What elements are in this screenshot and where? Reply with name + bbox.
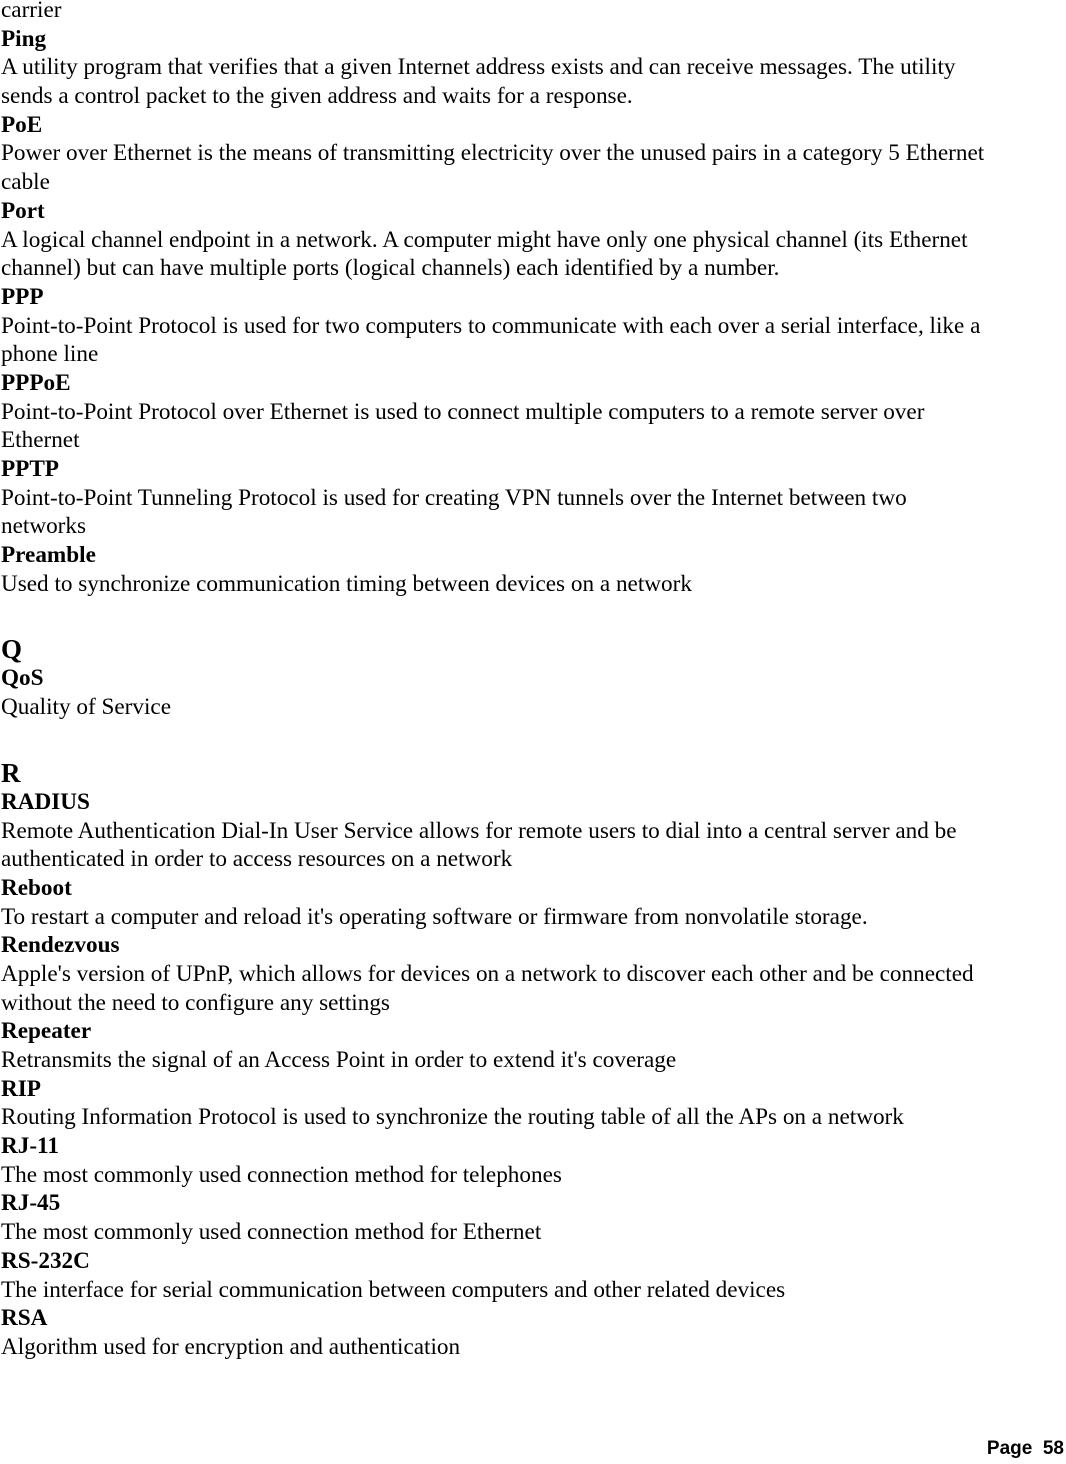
- glossary-entry-pptp: PPTP Point-to-Point Tunneling Protocol i…: [1, 455, 1066, 541]
- glossary-term: PPTP: [1, 456, 59, 482]
- glossary-section-r: R RADIUS Remote Authentication Dial-In U…: [1, 758, 1066, 1362]
- glossary-definition-line: To restart a computer and reload it's op…: [1, 903, 868, 930]
- glossary-definition-line: The most commonly used connection method…: [1, 1219, 542, 1246]
- glossary-entry-rsa: RSA Algorithm used for encryption and au…: [1, 1304, 1066, 1361]
- glossary-definition-line: Algorithm used for encryption and authen…: [1, 1333, 461, 1360]
- continued-definition: carrier: [1, 0, 62, 23]
- glossary-definition-line: A utility program that verifies that a g…: [1, 54, 956, 81]
- glossary-term: RJ-11: [1, 1133, 59, 1160]
- glossary-term: Reboot: [1, 874, 72, 901]
- glossary-entry-rendezvous: Rendezvous Apple's version of UPnP, whic…: [1, 931, 1066, 1017]
- glossary-term: Ping: [1, 25, 47, 52]
- glossary-term: RADIUS: [1, 788, 90, 815]
- glossary-term: QoS: [1, 665, 44, 692]
- glossary-definition-line: without the need to configure any settin…: [1, 989, 390, 1016]
- glossary-term: PPPoE: [1, 369, 71, 396]
- glossary-entry-rj-45: RJ-45 The most commonly used connection …: [1, 1189, 1066, 1246]
- glossary-definition-line: The interface for serial communication b…: [1, 1276, 786, 1303]
- glossary-definition-line: The most commonly used connection method…: [1, 1161, 562, 1188]
- glossary-definition-line: Point-to-Point Tunneling Protocol is use…: [1, 484, 907, 511]
- glossary-definition-line: channel) but can have multiple ports (lo…: [1, 255, 780, 282]
- glossary-entry-repeater: Repeater Retransmits the signal of an Ac…: [1, 1017, 1066, 1074]
- glossary-section-q: Q QoS Quality of Service: [1, 634, 1066, 721]
- glossary-entry-reboot: Reboot To restart a computer and reload …: [1, 874, 1066, 931]
- glossary-definition-line: Power over Ethernet is the means of tran…: [1, 140, 985, 167]
- glossary-page: carrier Ping A utility program that veri…: [1, 0, 1066, 1362]
- glossary-term: RS-232C: [1, 1247, 90, 1274]
- glossary-definition-line: authenticated in order to access resourc…: [1, 846, 513, 873]
- glossary-definition-line: Apple's version of UPnP, which allows fo…: [1, 960, 974, 987]
- glossary-entry-poe: PoE Power over Ethernet is the means of …: [1, 111, 1066, 197]
- glossary-entry-rip: RIP Routing Information Protocol is used…: [1, 1075, 1066, 1132]
- glossary-entry-radius: RADIUS Remote Authentication Dial-In Use…: [1, 788, 1066, 874]
- glossary-entry-rj-11: RJ-11 The most commonly used connection …: [1, 1132, 1066, 1189]
- glossary-definition-line: Point-to-Point Protocol over Ethernet is…: [1, 398, 925, 425]
- glossary-entry-ping: Ping A utility program that verifies tha…: [1, 25, 1066, 111]
- section-letter-heading: R: [1, 757, 21, 788]
- glossary-entry-rs-232c: RS-232C The interface for serial communi…: [1, 1247, 1066, 1304]
- glossary-definition-line: phone line: [1, 341, 99, 368]
- glossary-definition-line: cable: [1, 169, 50, 196]
- glossary-definition-line: Remote Authentication Dial-In User Servi…: [1, 817, 957, 844]
- glossary-definition-line: Routing Information Protocol is used to …: [1, 1104, 904, 1131]
- glossary-definition-line: sends a control packet to the given addr…: [1, 83, 633, 110]
- glossary-term: Rendezvous: [1, 932, 120, 959]
- glossary-term: Preamble: [1, 542, 96, 569]
- glossary-definition-line: A logical channel endpoint in a network.…: [1, 226, 968, 253]
- glossary-definition-line: Retransmits the signal of an Access Poin…: [1, 1047, 677, 1073]
- glossary-term: RSA: [1, 1305, 48, 1332]
- glossary-entry-qos: QoS Quality of Service: [1, 664, 1066, 721]
- glossary-term: Port: [1, 197, 45, 224]
- glossary-entry-preamble: Preamble Used to synchronize communicati…: [1, 541, 1066, 598]
- glossary-definition-line: Used to synchronize communication timing…: [1, 570, 692, 597]
- glossary-definition-line: Quality of Service: [1, 694, 171, 721]
- glossary-entry-pppoe: PPPoE Point-to-Point Protocol over Ether…: [1, 369, 1066, 455]
- page-number: Page 58: [986, 1438, 1064, 1459]
- glossary-entry-ppp: PPP Point-to-Point Protocol is used for …: [1, 283, 1066, 369]
- glossary-term: Repeater: [1, 1018, 92, 1045]
- glossary-term: RIP: [1, 1075, 41, 1102]
- glossary-definition-line: Ethernet: [1, 427, 80, 454]
- glossary-definition-line: Point-to-Point Protocol is used for two …: [1, 312, 981, 339]
- glossary-entry-port: Port A logical channel endpoint in a net…: [1, 197, 1066, 283]
- section-letter-heading: Q: [1, 634, 23, 665]
- glossary-term: PoE: [1, 111, 43, 138]
- glossary-term: RJ-45: [1, 1190, 61, 1217]
- glossary-term: PPP: [1, 283, 44, 310]
- glossary-definition-line: networks: [1, 513, 87, 540]
